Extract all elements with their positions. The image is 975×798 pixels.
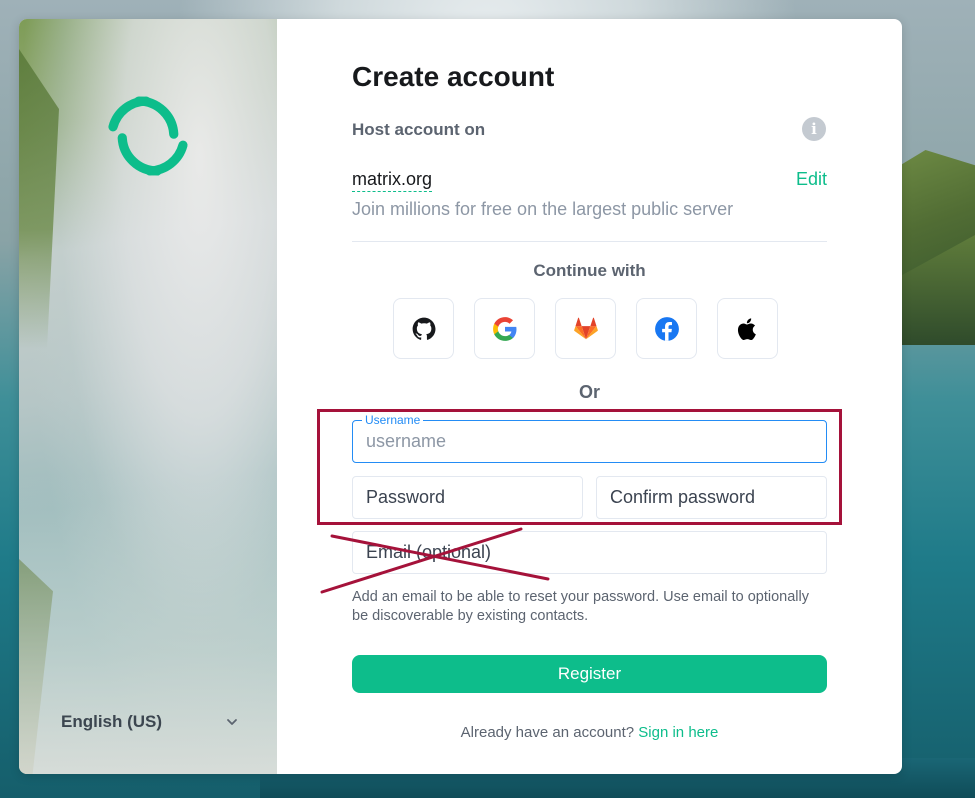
continue-with-label: Continue with (533, 261, 646, 280)
host-label: Host account on (352, 120, 486, 139)
server-description: Join millions for free on the largest pu… (352, 199, 734, 219)
or-separator: Or (578, 382, 600, 402)
username-input[interactable] (353, 421, 826, 462)
edit-server-link[interactable]: Edit (796, 169, 827, 190)
signin-link[interactable]: Sign in here (638, 724, 718, 741)
side-panel-scenery (19, 49, 59, 349)
sso-github-button[interactable] (393, 298, 454, 359)
github-icon (412, 317, 435, 340)
password-field (352, 476, 583, 519)
google-icon (492, 316, 516, 341)
facebook-icon (654, 316, 679, 341)
apple-icon (737, 317, 756, 340)
language-selector[interactable]: English (US) (61, 709, 239, 735)
username-field: Username (352, 413, 827, 463)
sso-apple-button[interactable] (717, 298, 778, 359)
password-input[interactable] (353, 477, 582, 518)
sso-google-button[interactable] (474, 298, 535, 359)
email-input[interactable] (353, 532, 826, 573)
info-icon[interactable]: i (802, 117, 826, 141)
side-panel-scenery (19, 559, 53, 774)
chevron-down-icon (227, 719, 237, 725)
email-help-text: Add an email to be able to reset your pa… (352, 589, 809, 624)
registration-card: English (US) Create account Host account… (19, 19, 902, 774)
signin-prompt-text: Already have an account? (460, 724, 635, 741)
confirm-password-input[interactable] (597, 477, 826, 518)
server-name[interactable]: matrix.org (352, 169, 433, 192)
register-button[interactable]: Register (352, 655, 827, 693)
language-label: English (US) (61, 712, 163, 731)
sso-gitlab-button[interactable] (555, 298, 616, 359)
sso-facebook-button[interactable] (636, 298, 697, 359)
username-legend: Username (362, 413, 424, 427)
signin-prompt: Already have an account? Sign in here (352, 724, 827, 741)
divider (352, 241, 827, 242)
sso-button-row (393, 298, 778, 359)
page-title: Create account (352, 61, 555, 92)
gitlab-icon (573, 317, 598, 339)
side-panel: English (US) (19, 19, 277, 774)
form-panel: Create account Host account on i matrix.… (277, 19, 902, 774)
element-logo-icon (108, 96, 188, 176)
confirm-password-field (596, 476, 827, 519)
email-field (352, 531, 827, 574)
